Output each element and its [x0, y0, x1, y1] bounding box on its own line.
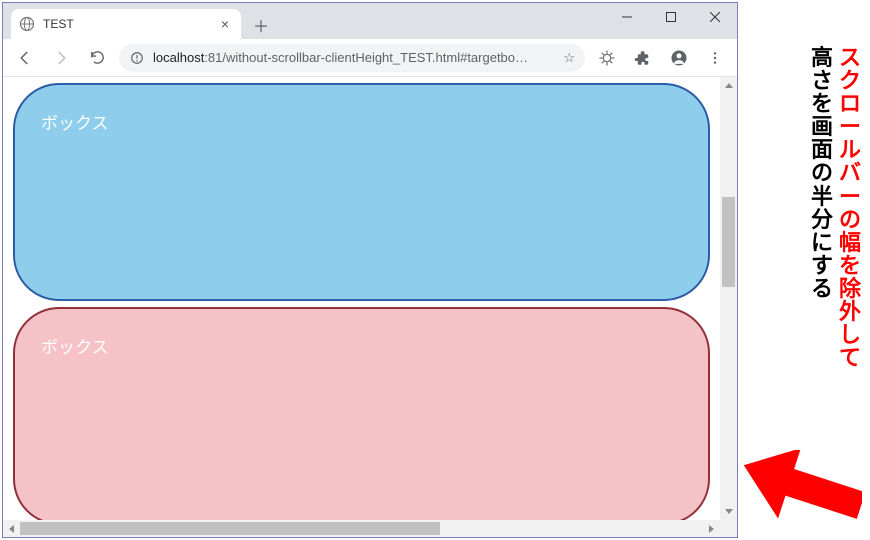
scroll-left-button[interactable] — [3, 520, 20, 537]
tab-close-icon[interactable]: × — [217, 16, 233, 32]
globe-icon — [19, 16, 35, 32]
horizontal-scroll-thumb[interactable] — [20, 522, 440, 535]
annotation-overlay: スクロールバーの幅を除外して 高さを画面の半分にする — [742, 46, 870, 536]
box-pink: ボックス — [13, 307, 710, 520]
profile-avatar-icon[interactable] — [665, 44, 693, 72]
tab-title: TEST — [43, 17, 209, 31]
horizontal-scrollbar[interactable] — [3, 520, 720, 537]
browser-tab[interactable]: TEST × — [11, 9, 241, 39]
box-blue: ボックス — [13, 83, 710, 301]
url-host: localhost — [153, 50, 204, 65]
extension-icon[interactable] — [593, 44, 621, 72]
page-viewport: ボックス ボックス — [3, 77, 737, 537]
scroll-down-button[interactable] — [720, 503, 737, 520]
extensions-puzzle-icon[interactable] — [629, 44, 657, 72]
reload-button[interactable] — [83, 44, 111, 72]
vertical-scroll-thumb[interactable] — [722, 197, 735, 287]
titlebar: TEST × ＋ — [3, 3, 737, 39]
browser-window: TEST × ＋ — [2, 2, 738, 538]
bookmark-star-icon[interactable]: ☆ — [563, 50, 575, 66]
url-text: localhost:81/without-scrollbar-clientHei… — [153, 50, 555, 65]
site-info-icon[interactable] — [129, 50, 145, 66]
scrollbar-corner — [720, 520, 737, 537]
plus-icon: ＋ — [253, 13, 269, 37]
vertical-scrollbar[interactable] — [720, 77, 737, 520]
back-button[interactable] — [11, 44, 39, 72]
box-label: ボックス — [41, 338, 109, 357]
forward-button[interactable] — [47, 44, 75, 72]
toolbar: localhost:81/without-scrollbar-clientHei… — [3, 39, 737, 77]
annotation-text-black: 高さを画面の半分にする — [810, 46, 834, 486]
scroll-up-button[interactable] — [720, 77, 737, 94]
window-controls — [605, 3, 737, 31]
maximize-button[interactable] — [649, 3, 693, 31]
url-path: /without-scrollbar-clientHeight_TEST.htm… — [222, 50, 528, 65]
close-window-button[interactable] — [693, 3, 737, 31]
arrow-icon — [732, 450, 862, 536]
address-bar[interactable]: localhost:81/without-scrollbar-clientHei… — [119, 44, 585, 72]
menu-kebab-icon[interactable] — [701, 44, 729, 72]
annotation-text-red: スクロールバーの幅を除外して — [838, 46, 862, 486]
url-port: :81 — [204, 50, 222, 65]
page-content: ボックス ボックス — [3, 77, 720, 520]
new-tab-button[interactable]: ＋ — [247, 11, 275, 39]
minimize-button[interactable] — [605, 3, 649, 31]
scroll-right-button[interactable] — [703, 520, 720, 537]
box-label: ボックス — [41, 114, 109, 133]
